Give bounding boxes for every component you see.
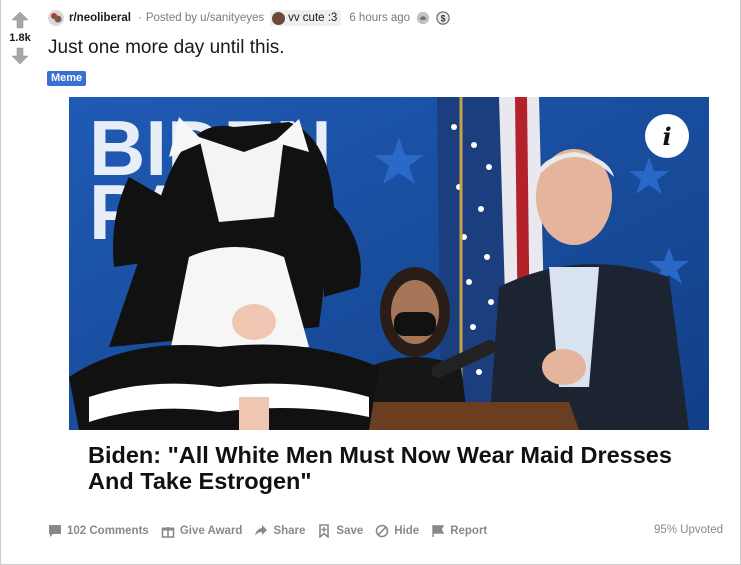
report-button[interactable]: Report bbox=[427, 522, 491, 540]
post-title[interactable]: Just one more day until this. bbox=[48, 37, 285, 59]
downvote-button[interactable] bbox=[10, 46, 30, 66]
post-flair-badge[interactable]: Meme bbox=[47, 71, 87, 86]
share-button[interactable]: Share bbox=[250, 522, 309, 540]
user-flair: vv cute :3 bbox=[270, 10, 342, 26]
award-icon-2[interactable]: $ bbox=[436, 11, 450, 25]
hide-label: Hide bbox=[394, 525, 420, 537]
hide-icon bbox=[375, 524, 389, 538]
award-icon-1[interactable] bbox=[416, 11, 430, 25]
save-label: Save bbox=[336, 525, 364, 537]
post-meta: r/neoliberal · Posted by u/sanityeyes vv… bbox=[48, 9, 450, 27]
user-flair-emoji bbox=[272, 11, 286, 25]
post-age[interactable]: 6 hours ago bbox=[349, 12, 410, 24]
give-award-button[interactable]: Give Award bbox=[157, 522, 247, 540]
user-flair-text: vv cute :3 bbox=[288, 12, 338, 24]
info-icon: i bbox=[662, 121, 672, 151]
subreddit-link[interactable]: r/neoliberal bbox=[69, 12, 131, 24]
posted-by-link[interactable]: Posted by u/sanityeyes bbox=[146, 12, 264, 24]
comment-icon bbox=[49, 525, 61, 537]
separator-dot: · bbox=[138, 12, 142, 24]
comments-label: 102 Comments bbox=[67, 525, 149, 537]
upvote-ratio: 95% Upvoted bbox=[653, 524, 723, 536]
share-icon bbox=[255, 525, 268, 536]
gift-icon bbox=[161, 527, 175, 538]
info-button[interactable]: i bbox=[645, 114, 689, 158]
upvote-icon bbox=[11, 11, 29, 29]
image-caption: Biden: "All White Men Must Now Wear Maid… bbox=[69, 430, 709, 501]
share-label: Share bbox=[273, 525, 306, 537]
caption-line-1: Biden: "All White Men Must Now Wear Maid… bbox=[88, 442, 672, 468]
comments-button[interactable]: 102 Comments bbox=[44, 522, 153, 540]
vote-column: 1.8k bbox=[0, 0, 40, 565]
caption-line-2: And Take Estrogen" bbox=[88, 468, 312, 494]
give-award-label: Give Award bbox=[179, 525, 243, 537]
flag-icon bbox=[432, 525, 445, 537]
vote-score: 1.8k bbox=[9, 32, 31, 44]
save-button[interactable]: Save bbox=[313, 522, 367, 540]
news-photo: BIDEN PARIS bbox=[69, 97, 709, 430]
subreddit-icon[interactable] bbox=[48, 10, 64, 26]
downvote-icon bbox=[11, 47, 29, 65]
upvote-button[interactable] bbox=[10, 10, 30, 30]
post-actions: 102 Comments Give Award Share Save Hide bbox=[44, 520, 495, 542]
hide-button[interactable]: Hide bbox=[371, 522, 423, 540]
svg-text:$: $ bbox=[441, 14, 446, 24]
bookmark-icon bbox=[319, 524, 330, 538]
report-label: Report bbox=[450, 525, 488, 537]
post-image[interactable]: BIDEN PARIS bbox=[69, 97, 709, 501]
